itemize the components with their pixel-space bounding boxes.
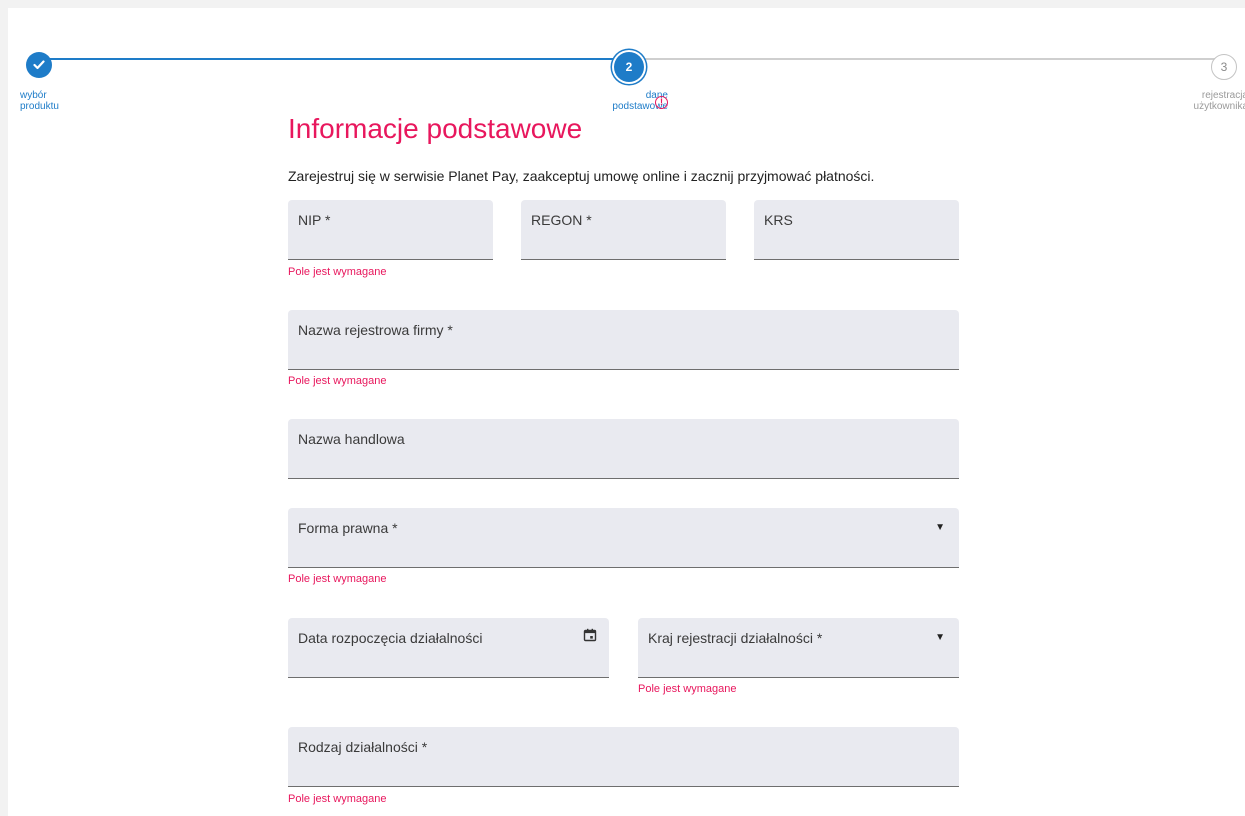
stepper-progress-line-completed (39, 58, 623, 60)
trade-name-label: Nazwa handlowa (298, 431, 405, 447)
start-date-field[interactable]: Data rozpoczęcia działalności (288, 618, 609, 678)
company-name-label: Nazwa rejestrowa firmy * (298, 322, 453, 338)
trade-name-field[interactable]: Nazwa handlowa (288, 419, 959, 479)
nip-error: Pole jest wymagane (288, 266, 387, 278)
activity-type-field[interactable]: Rodzaj działalności * (288, 727, 959, 787)
activity-type-label: Rodzaj działalności * (298, 739, 428, 755)
check-icon (33, 60, 45, 70)
krs-label: KRS (764, 212, 793, 228)
krs-field[interactable]: KRS (754, 200, 959, 260)
dropdown-caret-icon: ▼ (935, 522, 945, 533)
start-date-label: Data rozpoczęcia działalności (298, 630, 483, 646)
dropdown-caret-icon: ▼ (935, 632, 945, 643)
step-3-label: rejestracja użytkownika (1193, 90, 1245, 112)
country-error: Pole jest wymagane (638, 683, 737, 695)
step-1-circle[interactable] (26, 52, 52, 78)
nip-field[interactable]: NIP * (288, 200, 493, 260)
calendar-icon[interactable] (583, 628, 597, 642)
page-title: Informacje podstawowe (288, 113, 583, 144)
stepper-progress-line-remaining (631, 58, 1216, 60)
step-3-number: 3 (1220, 60, 1228, 74)
regon-label: REGON * (531, 212, 592, 228)
step-2-label: dane podstawowe (612, 90, 668, 112)
country-label: Kraj rejestracji działalności * (648, 630, 823, 646)
step-1-label: wybór produktu (20, 90, 59, 112)
registration-page: wybór produktu 2 dane podstawowe ! 3 rej… (8, 8, 1245, 816)
legal-form-label: Forma prawna * (298, 520, 398, 536)
step-3-circle: 3 (1211, 54, 1237, 80)
legal-form-error: Pole jest wymagane (288, 573, 387, 585)
country-select[interactable]: Kraj rejestracji działalności * ▼ (638, 618, 959, 678)
intro-text: Zarejestruj się w serwisie Planet Pay, z… (288, 168, 875, 184)
step-2-circle: 2 (614, 52, 644, 82)
step-2-number: 2 (625, 60, 633, 74)
nip-label: NIP * (298, 212, 331, 228)
regon-field[interactable]: REGON * (521, 200, 726, 260)
legal-form-select[interactable]: Forma prawna * ▼ (288, 508, 959, 568)
company-name-error: Pole jest wymagane (288, 375, 387, 387)
company-name-field[interactable]: Nazwa rejestrowa firmy * (288, 310, 959, 370)
activity-type-error: Pole jest wymagane (288, 793, 387, 805)
error-circle-icon: ! (655, 96, 668, 109)
